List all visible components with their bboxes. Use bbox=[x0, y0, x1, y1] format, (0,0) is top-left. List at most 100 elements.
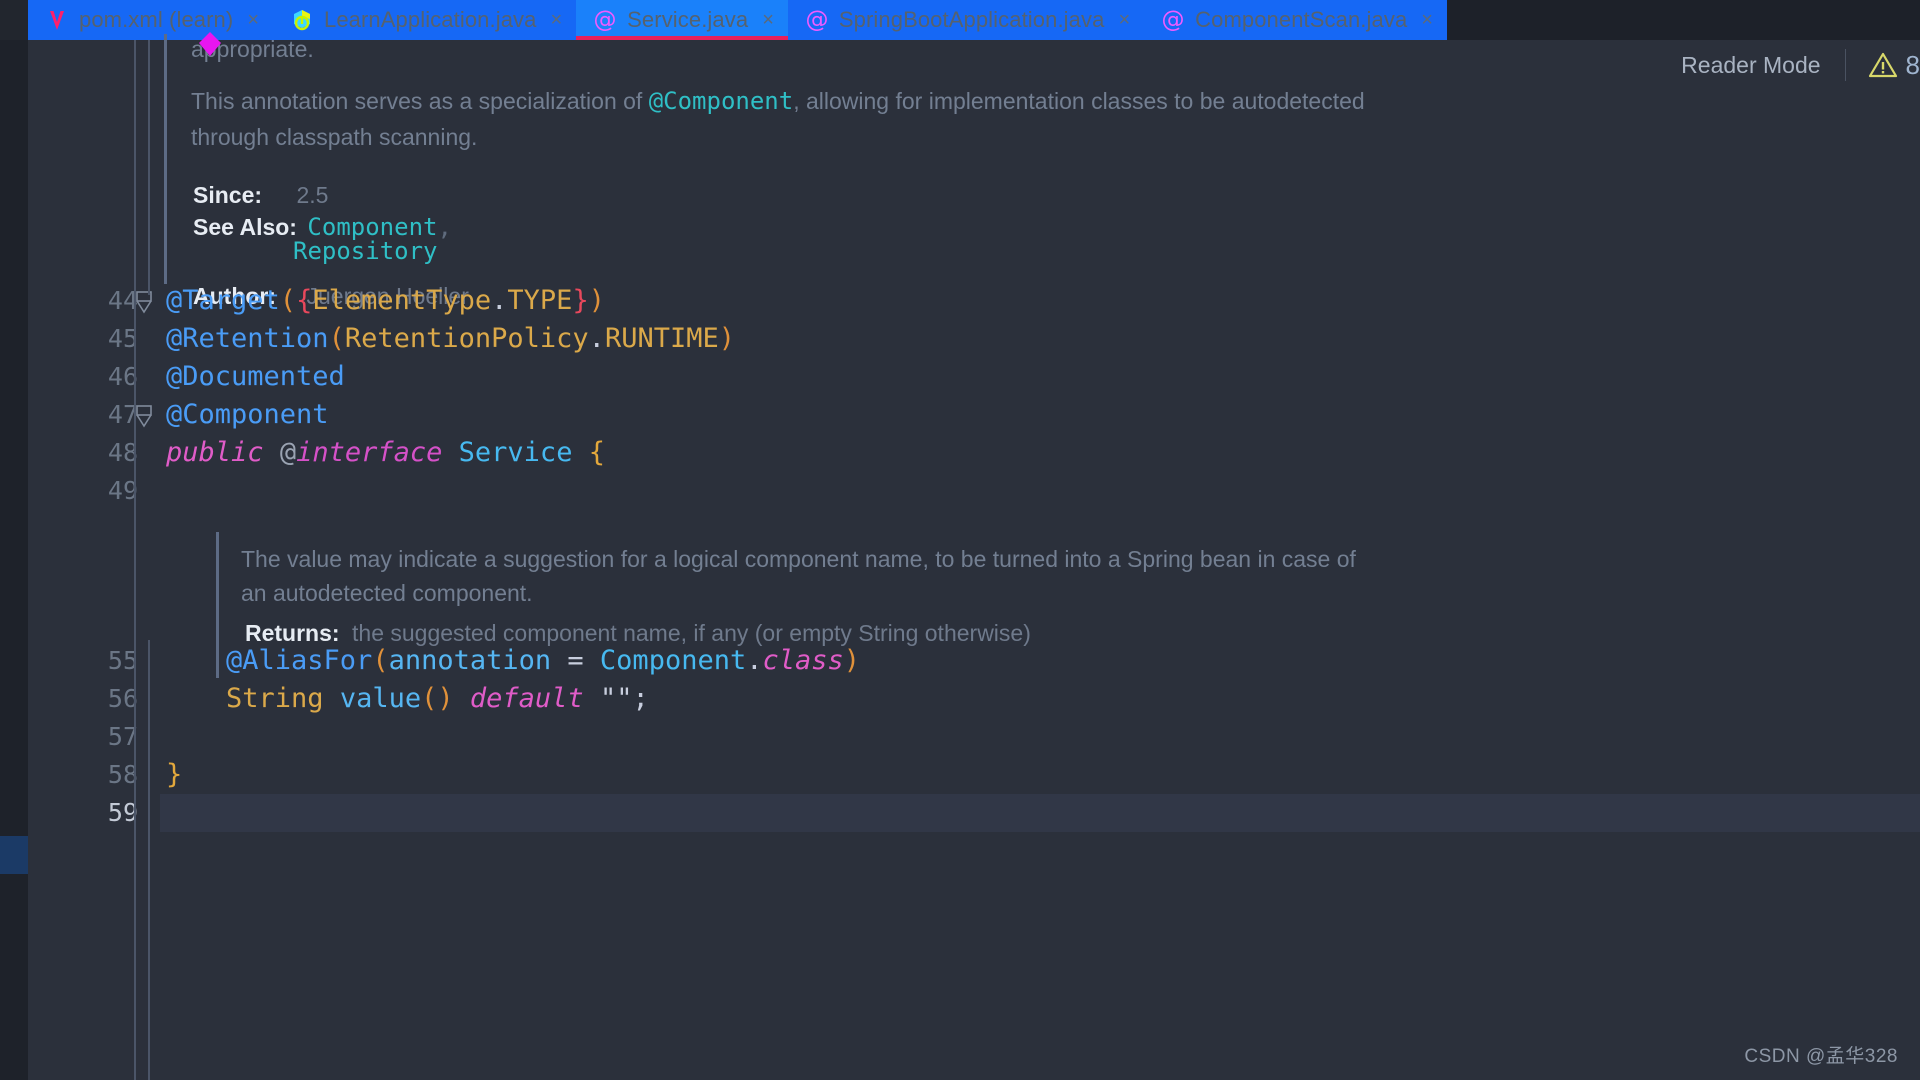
token-at-target: @Target bbox=[166, 285, 280, 316]
token-type: TYPE bbox=[507, 285, 573, 316]
javadoc-seealso-link-repository[interactable]: Repository bbox=[293, 237, 438, 265]
token-at: @ bbox=[279, 437, 297, 468]
close-icon[interactable]: × bbox=[550, 10, 562, 30]
bookmark-marker[interactable] bbox=[0, 836, 28, 874]
line-number: 44 bbox=[107, 286, 138, 315]
annotation-icon: @ bbox=[1160, 7, 1186, 33]
javadoc-paragraph: This annotation serves as a specializati… bbox=[191, 82, 1451, 156]
token-lparen: ( bbox=[421, 683, 438, 714]
close-icon[interactable]: × bbox=[1118, 10, 1130, 30]
tab-label: ComponentScan.java bbox=[1195, 7, 1408, 32]
token-annotation: annotation bbox=[388, 645, 552, 676]
warning-count: 8 bbox=[1905, 49, 1920, 80]
editor-status-bar: Reader Mode 8 bbox=[1657, 40, 1920, 90]
token-string: String bbox=[226, 683, 324, 714]
javadoc-since-label: Since: bbox=[193, 182, 263, 208]
javadoc-since-row: Since: 2.5 bbox=[193, 182, 328, 209]
javadoc-seealso-label: See Also: bbox=[193, 214, 297, 240]
line-number: 57 bbox=[107, 722, 138, 751]
token-class: class bbox=[762, 645, 844, 676]
doc-fold-guide-line bbox=[148, 40, 150, 295]
fold-handle-icon[interactable] bbox=[134, 404, 154, 430]
code-line-47[interactable]: @Component bbox=[166, 396, 329, 434]
token-interface: interface bbox=[296, 437, 443, 468]
code-line-58[interactable]: } bbox=[166, 756, 182, 794]
line-number: 56 bbox=[107, 684, 138, 713]
javadoc-seealso-row: See Also: Component, Repository bbox=[193, 213, 452, 265]
javadoc-inner-paragraph: The value may indicate a suggestion for … bbox=[241, 540, 1401, 612]
token-lparen: ( bbox=[279, 285, 297, 316]
code-content[interactable]: appropriate. This annotation serves as a… bbox=[160, 34, 1920, 1080]
token-dot: . bbox=[491, 285, 508, 316]
line-number: 58 bbox=[107, 760, 138, 789]
token-at-retention: @Retention bbox=[166, 323, 329, 354]
tab-label: SpringBootApplication.java bbox=[838, 7, 1105, 32]
token-elementtype: ElementType bbox=[312, 285, 492, 316]
token-rbrace: } bbox=[572, 285, 589, 316]
annotation-icon: @ bbox=[592, 7, 618, 33]
token-rparen: ) bbox=[437, 683, 454, 714]
tool-window-stripe bbox=[0, 40, 28, 1080]
token-service: Service bbox=[458, 437, 573, 468]
svg-text:@: @ bbox=[594, 7, 617, 33]
close-icon[interactable]: × bbox=[1421, 10, 1433, 30]
token-rparen: ) bbox=[588, 285, 605, 316]
token-semicolon: ; bbox=[632, 683, 649, 714]
token-rparen: ) bbox=[718, 323, 735, 354]
maven-xml-icon bbox=[44, 7, 70, 33]
svg-text:@: @ bbox=[805, 7, 828, 33]
token-lparen: ( bbox=[328, 323, 345, 354]
token-rbrace: } bbox=[166, 759, 183, 790]
inspection-widget[interactable]: 8 bbox=[1846, 50, 1920, 81]
svg-text:@: @ bbox=[1162, 7, 1185, 33]
token-dot: . bbox=[746, 645, 763, 676]
close-icon[interactable]: × bbox=[762, 10, 774, 30]
token-at-documented: @Documented bbox=[166, 361, 345, 392]
line-number: 55 bbox=[107, 646, 138, 675]
token-lbrace: { bbox=[296, 285, 313, 316]
token-public: public bbox=[166, 437, 264, 468]
line-number: 49 bbox=[107, 476, 138, 505]
editor-gutter[interactable]: 44 45 46 47 48 49 55 56 57 58 59 bbox=[28, 40, 160, 1080]
token-lparen: ( bbox=[372, 645, 389, 676]
token-at-aliasfor: @AliasFor bbox=[226, 645, 373, 676]
javadoc-para-prefix: This annotation serves as a specializati… bbox=[191, 88, 649, 114]
token-component: Component bbox=[599, 645, 747, 676]
reader-mode-button[interactable]: Reader Mode bbox=[1657, 52, 1844, 79]
javadoc-para-line2: through classpath scanning. bbox=[191, 124, 478, 150]
line-number-current: 59 bbox=[107, 798, 138, 827]
annotation-icon: @ bbox=[804, 7, 830, 33]
token-at-component: @Component bbox=[166, 399, 329, 430]
token-empty-string: "" bbox=[599, 683, 633, 714]
csdn-watermark: CSDN @孟华328 bbox=[1744, 1046, 1898, 1067]
token-lbrace: { bbox=[588, 437, 605, 468]
tab-label: Service.java bbox=[627, 7, 749, 32]
javadoc-since-value: 2.5 bbox=[296, 182, 329, 208]
token-runtime: RUNTIME bbox=[604, 323, 719, 354]
token-dot: . bbox=[588, 323, 605, 354]
javadoc-rendered-block: appropriate. This annotation serves as a… bbox=[164, 34, 1467, 309]
code-line-46[interactable]: @Documented bbox=[166, 358, 345, 396]
code-line-55[interactable]: @AliasFor(annotation = Component.class) bbox=[226, 642, 860, 680]
javadoc-inner-line1: The value may indicate a suggestion for … bbox=[241, 546, 1356, 572]
javadoc-component-link[interactable]: @Component bbox=[649, 87, 794, 115]
token-value: value bbox=[339, 683, 422, 714]
tab-bar-left-padding bbox=[0, 0, 28, 40]
token-default: default bbox=[469, 683, 584, 714]
code-line-56[interactable]: String value() default ""; bbox=[226, 680, 649, 718]
javadoc-seealso-comma: , bbox=[437, 213, 452, 241]
javadoc-para-suffix: , allowing for implementation classes to… bbox=[793, 88, 1365, 114]
line-number: 46 bbox=[107, 362, 138, 391]
editor-scroll-markers[interactable] bbox=[1906, 40, 1920, 1080]
editor-area: 44 45 46 47 48 49 55 56 57 58 59 appropr… bbox=[0, 34, 1920, 1080]
line-number: 48 bbox=[107, 438, 138, 467]
code-line-48[interactable]: public @interface Service { bbox=[166, 434, 605, 472]
code-line-44[interactable]: @Target({ElementType.TYPE}) bbox=[166, 282, 605, 320]
code-line-45[interactable]: @Retention(RetentionPolicy.RUNTIME) bbox=[166, 320, 735, 358]
token-equals: = bbox=[551, 645, 600, 676]
close-icon[interactable]: × bbox=[247, 10, 259, 30]
tab-label: LearnApplication.java bbox=[324, 7, 537, 32]
token-policy: RetentionPolicy bbox=[344, 323, 589, 354]
fold-handle-icon[interactable] bbox=[134, 290, 154, 316]
line-number: 45 bbox=[107, 324, 138, 353]
